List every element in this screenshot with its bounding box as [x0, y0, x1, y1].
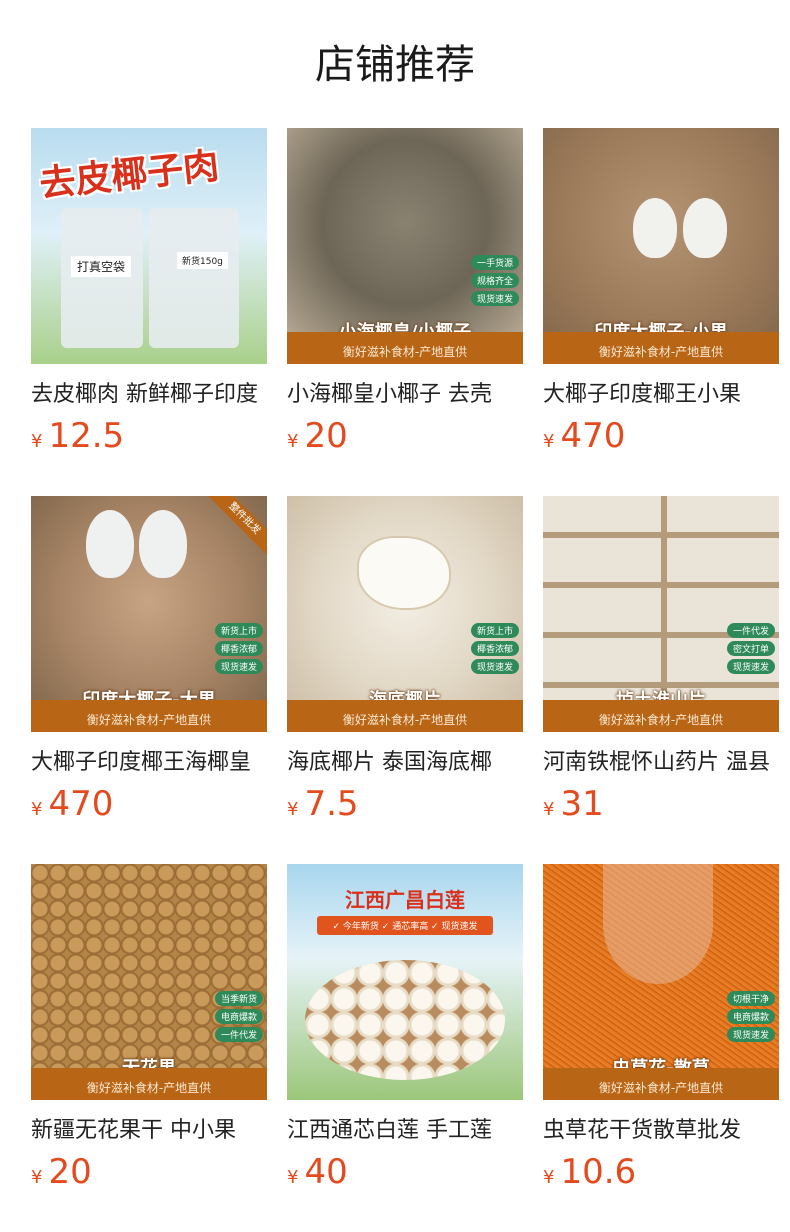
feature-badge: 规格齐全 — [470, 273, 519, 288]
price-value: 10.6 — [560, 1152, 637, 1192]
feature-badge: 现货速发 — [214, 659, 263, 674]
product-grid: 去皮椰子肉 打真空袋 新货150g 去皮椰肉 新鲜椰子印度 ¥12.5 一手货源… — [31, 128, 779, 1232]
product-card[interactable]: 一手货源 规格齐全 现货速发 小海椰皇/小椰子 衡好滋补食材-产地直供 小海椰皇… — [287, 128, 523, 496]
feature-badges: 一手货源 规格齐全 现货速发 — [470, 255, 519, 306]
product-image: 切根干净 电商爆款 现货速发 虫草花-散草 衡好滋补食材-产地直供 — [543, 864, 779, 1100]
image-band: 衡好滋补食材-产地直供 — [543, 332, 779, 364]
feature-badge: 现货速发 — [726, 659, 775, 674]
feature-badge: 当季新货 — [214, 991, 263, 1006]
feature-badge: 椰香浓郁 — [470, 641, 519, 656]
feature-badges: 一件代发 密文打单 现货速发 — [726, 623, 775, 674]
product-card[interactable]: 去皮椰子肉 打真空袋 新货150g 去皮椰肉 新鲜椰子印度 ¥12.5 — [31, 128, 267, 496]
price-value: 12.5 — [48, 416, 125, 456]
product-image: 去皮椰子肉 打真空袋 新货150g — [31, 128, 267, 364]
feature-badges: 新货上市 椰香浓郁 现货速发 — [214, 623, 263, 674]
page-title: 店铺推荐 — [315, 42, 475, 88]
feature-badge: 椰香浓郁 — [214, 641, 263, 656]
product-card[interactable]: 新货上市 椰香浓郁 现货速发 海底椰片 衡好滋补食材-产地直供 海底椰片 泰国海… — [287, 496, 523, 864]
feature-badges: 切根干净 电商爆款 现货速发 — [726, 991, 775, 1042]
price-value: 31 — [560, 784, 604, 824]
product-price: ¥12.5 — [31, 414, 267, 458]
price-value: 40 — [304, 1152, 348, 1192]
currency-symbol: ¥ — [543, 1167, 555, 1188]
currency-symbol: ¥ — [287, 799, 299, 820]
feature-badge: 现货速发 — [470, 291, 519, 306]
product-image: 当季新货 电商爆款 一件代发 无花果 衡好滋补食材-产地直供 — [31, 864, 267, 1100]
feature-badge: 现货速发 — [726, 1027, 775, 1042]
price-value: 470 — [560, 416, 626, 456]
product-name[interactable]: 大椰子印度椰王小果 — [543, 378, 779, 412]
product-image: 印度大椰子-小果 衡好滋补食材-产地直供 — [543, 128, 779, 364]
product-name[interactable]: 江西通芯白莲 手工莲 — [287, 1114, 523, 1148]
product-price: ¥40 — [287, 1150, 523, 1194]
product-image: 新货上市 椰香浓郁 现货速发 海底椰片 衡好滋补食材-产地直供 — [287, 496, 523, 732]
poster-title: 江西广昌白莲 — [345, 888, 465, 912]
product-image: 一手货源 规格齐全 现货速发 小海椰皇/小椰子 衡好滋补食材-产地直供 — [287, 128, 523, 364]
feature-badge: 切根干净 — [726, 991, 775, 1006]
feature-badges: 新货上市 椰香浓郁 现货速发 — [470, 623, 519, 674]
price-value: 20 — [48, 1152, 92, 1192]
feature-badge: 电商爆款 — [726, 1009, 775, 1024]
product-price: ¥10.6 — [543, 1150, 779, 1194]
feature-badge: 一件代发 — [214, 1027, 263, 1042]
poster-tag: 打真空袋 — [71, 256, 132, 277]
feature-badge: 电商爆款 — [214, 1009, 263, 1024]
product-card[interactable]: 一件代发 密文打单 现货速发 垆土淮山片 衡好滋补食材-产地直供 河南铁棍怀山药… — [543, 496, 779, 864]
product-name[interactable]: 河南铁棍怀山药片 温县 — [543, 746, 779, 780]
feature-badge: 新货上市 — [470, 623, 519, 638]
product-card[interactable]: 江西广昌白莲 ✓ 今年新货 ✓ 通芯率高 ✓ 现货速发 江西通芯白莲 手工莲 ¥… — [287, 864, 523, 1232]
product-price: ¥20 — [31, 1150, 267, 1194]
image-band: 衡好滋补食材-产地直供 — [287, 332, 523, 364]
product-image: 江西广昌白莲 ✓ 今年新货 ✓ 通芯率高 ✓ 现货速发 — [287, 864, 523, 1100]
product-name[interactable]: 海底椰片 泰国海底椰 — [287, 746, 523, 780]
product-name[interactable]: 大椰子印度椰王海椰皇 — [31, 746, 267, 780]
poster-subtitle: ✓ 今年新货 ✓ 通芯率高 ✓ 现货速发 — [317, 916, 493, 935]
product-price: ¥470 — [31, 782, 267, 826]
currency-symbol: ¥ — [287, 431, 299, 452]
currency-symbol: ¥ — [287, 1167, 299, 1188]
price-value: 470 — [48, 784, 114, 824]
product-card[interactable]: 印度大椰子-小果 衡好滋补食材-产地直供 大椰子印度椰王小果 ¥470 — [543, 128, 779, 496]
product-card[interactable]: 整件批发 新货上市 椰香浓郁 现货速发 印度大椰子-大果 衡好滋补食材-产地直供… — [31, 496, 267, 864]
image-band: 衡好滋补食材-产地直供 — [543, 1068, 779, 1100]
product-price: ¥31 — [543, 782, 779, 826]
image-band: 衡好滋补食材-产地直供 — [287, 700, 523, 732]
product-price: ¥20 — [287, 414, 523, 458]
image-band: 衡好滋补食材-产地直供 — [31, 700, 267, 732]
product-name[interactable]: 小海椰皇小椰子 去壳 — [287, 378, 523, 412]
product-name[interactable]: 虫草花干货散草批发 — [543, 1114, 779, 1148]
feature-badge: 密文打单 — [726, 641, 775, 656]
product-card[interactable]: 切根干净 电商爆款 现货速发 虫草花-散草 衡好滋补食材-产地直供 虫草花干货散… — [543, 864, 779, 1232]
product-image: 整件批发 新货上市 椰香浓郁 现货速发 印度大椰子-大果 衡好滋补食材-产地直供 — [31, 496, 267, 732]
currency-symbol: ¥ — [31, 1167, 43, 1188]
product-image: 一件代发 密文打单 现货速发 垆土淮山片 衡好滋补食材-产地直供 — [543, 496, 779, 732]
feature-badge: 新货上市 — [214, 623, 263, 638]
product-price: ¥7.5 — [287, 782, 523, 826]
feature-badge: 一手货源 — [470, 255, 519, 270]
currency-symbol: ¥ — [31, 799, 43, 820]
product-name[interactable]: 新疆无花果干 中小果 — [31, 1114, 267, 1148]
price-value: 7.5 — [304, 784, 359, 824]
image-band: 衡好滋补食材-产地直供 — [31, 1068, 267, 1100]
currency-symbol: ¥ — [31, 431, 43, 452]
feature-badge: 现货速发 — [470, 659, 519, 674]
image-band: 衡好滋补食材-产地直供 — [543, 700, 779, 732]
feature-badges: 当季新货 电商爆款 一件代发 — [214, 991, 263, 1042]
product-card[interactable]: 当季新货 电商爆款 一件代发 无花果 衡好滋补食材-产地直供 新疆无花果干 中小… — [31, 864, 267, 1232]
feature-badge: 一件代发 — [726, 623, 775, 638]
poster-weight: 新货150g — [177, 252, 228, 269]
currency-symbol: ¥ — [543, 431, 555, 452]
product-name[interactable]: 去皮椰肉 新鲜椰子印度 — [31, 378, 267, 412]
price-value: 20 — [304, 416, 348, 456]
currency-symbol: ¥ — [543, 799, 555, 820]
product-price: ¥470 — [543, 414, 779, 458]
